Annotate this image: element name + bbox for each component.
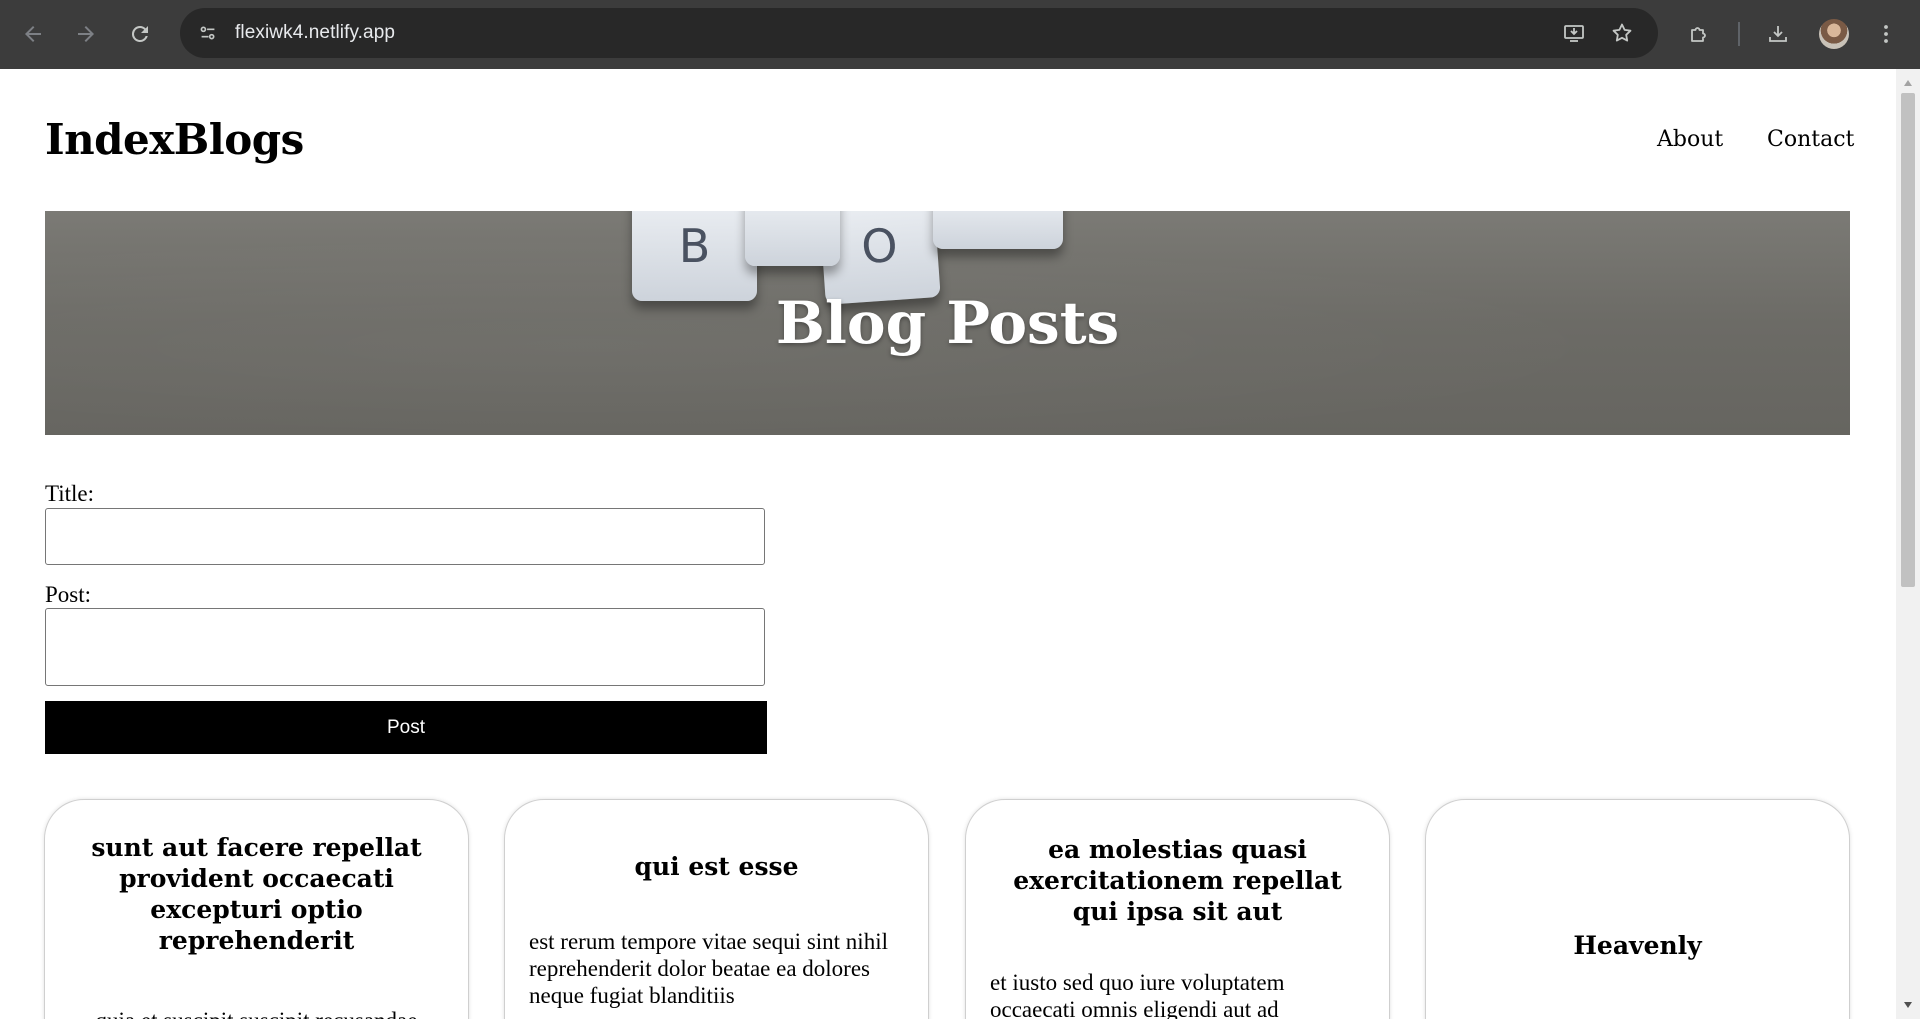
post-body: quia et suscipit suscipit recusandae [45,1007,468,1019]
site-info-button[interactable] [192,17,224,49]
reload-icon [131,25,148,42]
post-label: Post: [45,582,92,607]
nav-link-contact[interactable]: Contact [1767,127,1854,152]
post-card: Heavenly [1425,799,1850,1019]
keycap-blank [933,211,1063,249]
post-textarea[interactable] [45,608,765,686]
keycap-b: B [632,211,757,301]
post-title: Heavenly [1573,931,1702,960]
install-app-button[interactable] [1558,17,1590,49]
back-button[interactable] [15,16,51,52]
post-submit-button[interactable]: Post [45,701,767,754]
caret-down-icon [1904,1002,1912,1008]
arrow-left-icon [25,26,41,42]
nav-link-about[interactable]: About [1657,127,1723,152]
site-title: IndexBlogs [45,115,304,164]
hero-banner: B O Blog Posts [45,211,1850,435]
reload-button[interactable] [122,16,158,52]
tune-icon [200,26,215,40]
star-icon [1612,23,1632,42]
title-label: Title: [45,481,95,506]
arrow-right-icon [78,26,94,42]
post-body: est rerum tempore vitae sequi sint nihil… [529,929,888,1008]
post-card: sunt aut facere repellat provident occae… [44,799,469,1019]
title-input[interactable] [45,508,765,565]
download-icon [1769,26,1787,42]
post-title: sunt aut facere repellat provident occae… [91,833,422,955]
page-scrollbar[interactable] [1896,69,1920,1019]
forward-button[interactable] [68,16,104,52]
profile-avatar[interactable] [1819,19,1849,49]
post-body: et iusto sed quo iure voluptatem occaeca… [990,970,1285,1019]
url-text[interactable]: flexiwk4.netlify.app [235,22,395,44]
post-title: qui est esse [634,852,799,881]
puzzle-icon [1691,27,1706,42]
post-title: ea molestias quasi exercitationem repell… [1013,835,1342,926]
hero-title: Blog Posts [775,289,1120,357]
bookmark-button[interactable] [1606,17,1638,49]
page-viewport: IndexBlogs About Contact B O Blog Posts … [0,69,1896,1019]
scroll-up-button[interactable] [1896,73,1920,93]
post-card: ea molestias quasi exercitationem repell… [965,799,1390,1019]
menu-button[interactable] [1868,16,1904,52]
extensions-button[interactable] [1681,16,1717,52]
caret-up-icon [1904,80,1912,86]
more-vert-icon [1884,25,1888,43]
scrollbar-thumb[interactable] [1901,93,1915,587]
keycap-blank [745,211,840,266]
address-bar[interactable]: flexiwk4.netlify.app [180,8,1658,58]
toolbar-divider [1738,22,1740,46]
post-card: qui est esse est rerum tempore vitae seq… [504,799,929,1019]
scroll-down-button[interactable] [1896,995,1920,1015]
browser-toolbar: flexiwk4.netlify.app [0,0,1920,69]
downloads-button[interactable] [1760,16,1796,52]
install-icon [1564,25,1584,42]
